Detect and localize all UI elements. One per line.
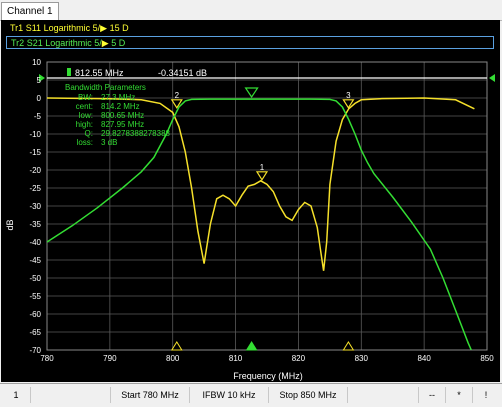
bw-param-value: 27.3 MHz <box>101 93 135 102</box>
x-tick-label: 820 <box>292 354 306 363</box>
status-c1: -- <box>419 387 446 403</box>
status-start[interactable]: Start 780 MHz <box>111 387 190 403</box>
active-marker-s21-icon <box>244 87 259 99</box>
marker-1-label: 1 <box>260 163 265 172</box>
y-tick-label: -50 <box>29 274 41 283</box>
status-bar: 1 Start 780 MHz IFBW 10 kHz Stop 850 MHz… <box>0 383 502 407</box>
y-tick-label: -30 <box>29 202 41 211</box>
bw-param-label: cent: <box>76 102 93 111</box>
ref-right-arrow-icon <box>489 74 495 82</box>
bw-param-value: 29.8278388278388 <box>101 129 171 138</box>
y-tick-label: -65 <box>29 328 41 337</box>
chart-markers: 1 2 3 <box>170 87 355 351</box>
bw-param-label: low: <box>79 111 93 120</box>
bw-param-value: 814.2 MHz <box>101 102 140 111</box>
marker-2-label: 2 <box>175 91 180 100</box>
tab-bar: Channel 1 <box>0 0 502 21</box>
axis-marker-icon <box>170 341 183 351</box>
bandwidth-title: Bandwidth Parameters <box>65 83 146 92</box>
status-ifbw[interactable]: IFBW 10 kHz <box>190 387 269 403</box>
bw-param-value: 827.95 MHz <box>101 120 144 129</box>
status-channel[interactable]: 1 <box>2 387 31 403</box>
plot-panel: Tr1 S11 Logarithmic 5/▶ 15 D Tr2 S21 Log… <box>1 20 500 382</box>
x-tick-label: 780 <box>40 354 54 363</box>
status-c2: * <box>446 387 473 403</box>
x-tick-labels: 780 790 800 810 820 830 840 850 <box>40 354 494 363</box>
bandwidth-parameters-box: Bandwidth Parameters BW: 27.3 MHz cent: 814… <box>65 83 171 147</box>
y-tick-label: -40 <box>29 238 41 247</box>
x-tick-label: 830 <box>355 354 369 363</box>
y-tick-label: 10 <box>32 58 41 67</box>
active-marker-icon <box>67 68 71 76</box>
tab-channel-1[interactable]: Channel 1 <box>1 2 59 20</box>
x-tick-label: 790 <box>103 354 117 363</box>
status-blank <box>31 387 111 403</box>
y-tick-labels: 10 5 0 -5 -10 -15 -20 -25 -30 -35 -40 -45 -50 -55 -60 -… <box>29 58 41 355</box>
status-stop[interactable]: Stop 850 MHz <box>269 387 348 403</box>
bw-param-label: Q: <box>85 129 93 138</box>
y-tick-label: -55 <box>29 292 41 301</box>
x-tick-label: 850 <box>480 354 494 363</box>
y-axis-label: dB <box>5 219 15 230</box>
y-tick-label: -15 <box>29 148 41 157</box>
axis-marker-icon <box>245 341 258 351</box>
status-c3: ! <box>484 390 488 400</box>
bw-param-value: 800.65 MHz <box>101 111 144 120</box>
x-tick-label: 810 <box>229 354 243 363</box>
y-tick-label: -25 <box>29 184 41 193</box>
marker-readout-value: -0.34151 dB <box>158 68 207 78</box>
x-tick-label: 840 <box>417 354 431 363</box>
marker-readout: 812.55 MHz -0.34151 dB <box>67 68 207 78</box>
s-parameter-chart[interactable]: 10 5 0 -5 -10 -15 -20 -25 -30 -35 -40 -45 -50 -55 -60 -… <box>1 20 500 382</box>
bw-param-label: loss: <box>77 138 93 147</box>
status-blank-2 <box>348 387 419 403</box>
y-tick-label: -5 <box>34 112 42 121</box>
bw-param-label: high: <box>76 120 93 129</box>
y-tick-label: 0 <box>37 94 42 103</box>
y-tick-label: -20 <box>29 166 41 175</box>
marker-3-label: 3 <box>346 91 351 100</box>
y-tick-label: -10 <box>29 130 41 139</box>
marker-1-icon <box>255 171 269 181</box>
y-tick-label: 5 <box>37 76 42 85</box>
axis-marker-icon <box>342 341 355 351</box>
y-tick-label: -45 <box>29 256 41 265</box>
bw-param-label: BW: <box>78 93 93 102</box>
marker-readout-freq: 812.55 MHz <box>75 68 124 78</box>
x-tick-label: 800 <box>166 354 180 363</box>
y-tick-label: -35 <box>29 220 41 229</box>
y-tick-label: -60 <box>29 310 41 319</box>
bw-param-value: 3 dB <box>101 138 117 147</box>
x-axis-label: Frequency (MHz) <box>233 371 303 381</box>
